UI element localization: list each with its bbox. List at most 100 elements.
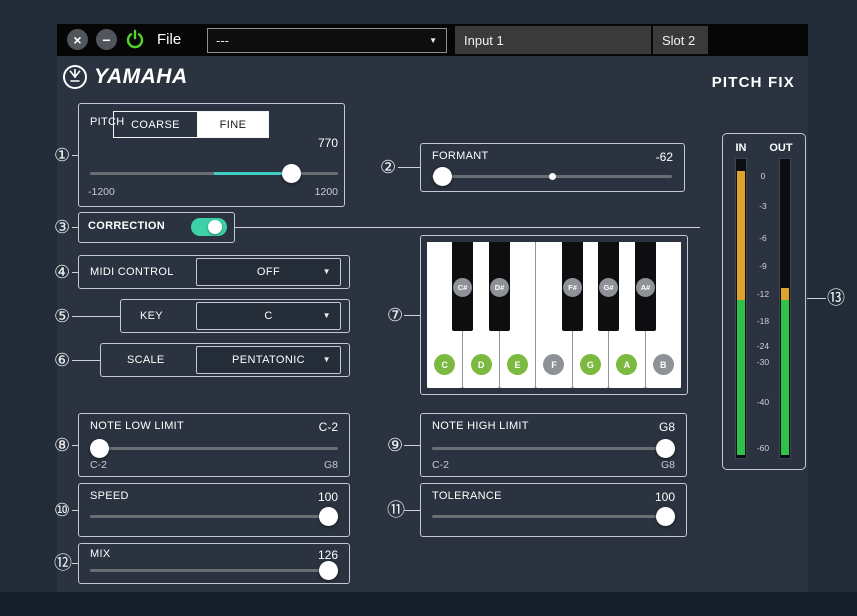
pitch-mode-switch: COARSE FINE <box>113 111 269 138</box>
pitch-coarse-button[interactable]: COARSE <box>114 112 198 137</box>
pitch-slider-fill <box>214 172 292 175</box>
annotation-2: ② <box>380 158 396 176</box>
scale-label: SCALE <box>127 354 165 366</box>
meter-out-fill-green <box>781 300 789 455</box>
mix-value: 126 <box>238 548 338 562</box>
key-dropdown[interactable]: C ▼ <box>196 302 341 330</box>
formant-label: FORMANT <box>432 150 488 162</box>
speed-value: 100 <box>238 490 338 504</box>
annotation-5: ⑤ <box>54 307 70 325</box>
annotation-8: ⑧ <box>54 436 70 454</box>
annotation-2-line <box>398 167 420 168</box>
annotation-6-line <box>72 360 100 361</box>
midi-control-label: MIDI CONTROL <box>90 266 174 278</box>
annotation-3: ③ <box>54 218 70 236</box>
correction-divider-line <box>235 227 700 228</box>
note-high-limit-slider-track <box>432 447 675 450</box>
key-label: KEY <box>140 310 163 322</box>
close-icon: × <box>73 33 81 47</box>
meter-in-bar <box>735 158 747 459</box>
note-low-limit-slider-knob[interactable] <box>90 439 109 458</box>
chevron-down-icon: ▼ <box>429 37 437 45</box>
note-indicator-b: B <box>653 354 674 375</box>
annotation-11-line <box>404 510 420 511</box>
note-indicator-g: G <box>580 354 601 375</box>
pitch-slider-knob[interactable] <box>282 164 301 183</box>
annotation-1: ① <box>54 146 70 164</box>
input-channel-field: Input 1 <box>455 26 651 54</box>
meter-in-fill-yellow <box>737 171 745 300</box>
annotation-11: ⑪ <box>387 501 405 519</box>
file-dropdown-value: --- <box>216 33 229 48</box>
mix-slider[interactable] <box>90 561 338 580</box>
meter-out-label: OUT <box>764 142 798 154</box>
bottom-strip <box>0 592 857 616</box>
mix-slider-knob[interactable] <box>319 561 338 580</box>
black-key-a-sharp[interactable]: A# <box>635 242 656 331</box>
tolerance-slider-track <box>432 515 675 518</box>
chevron-down-icon: ▼ <box>323 356 331 364</box>
page-title: PITCH FIX <box>640 74 795 91</box>
note-low-limit-min-label: C-2 <box>90 459 107 471</box>
note-high-limit-min-label: C-2 <box>432 459 449 471</box>
scale-dropdown[interactable]: PENTATONIC ▼ <box>196 346 341 374</box>
pitch-slider[interactable] <box>90 164 338 183</box>
annotation-12: ⑫ <box>54 554 72 572</box>
file-menu-label[interactable]: File <box>157 31 181 48</box>
meter-scale-12: -12 <box>748 289 778 299</box>
correction-label: CORRECTION <box>88 220 165 232</box>
black-key-d-sharp[interactable]: D# <box>489 242 510 331</box>
meter-scale-30: -30 <box>748 357 778 367</box>
tolerance-value: 100 <box>555 490 675 504</box>
keyboard-panel: C D E F G A B C# D# <box>420 235 688 395</box>
meter-scale-6: -6 <box>748 233 778 243</box>
note-indicator-c: C <box>434 354 455 375</box>
key-value: C <box>264 310 272 322</box>
note-low-limit-slider[interactable] <box>90 439 338 458</box>
formant-slider[interactable] <box>432 167 672 186</box>
meter-scale-18: -18 <box>748 316 778 326</box>
speed-slider-knob[interactable] <box>319 507 338 526</box>
correction-toggle[interactable] <box>191 218 227 236</box>
speed-slider[interactable] <box>90 507 338 526</box>
annotation-9-line <box>404 445 420 446</box>
power-icon <box>124 28 146 50</box>
pitch-fix-app: × − File --- ▼ Input 1 Slot 2 YAMAHA PIT… <box>0 0 857 616</box>
note-indicator-f: F <box>543 354 564 375</box>
close-button[interactable]: × <box>67 29 88 50</box>
black-key-g-sharp[interactable]: G# <box>598 242 619 331</box>
note-high-limit-label: NOTE HIGH LIMIT <box>432 420 529 432</box>
meter-scale-40: -40 <box>748 397 778 407</box>
meter-scale-3: -3 <box>748 201 778 211</box>
note-indicator-g-sharp: G# <box>599 278 618 297</box>
note-indicator-d: D <box>471 354 492 375</box>
pitch-fine-button[interactable]: FINE <box>198 112 268 137</box>
note-high-limit-slider[interactable] <box>432 439 675 458</box>
meter-scale-0: 0 <box>748 171 778 181</box>
slot-field: Slot 2 <box>653 26 708 54</box>
black-key-c-sharp[interactable]: C# <box>452 242 473 331</box>
tolerance-slider-knob[interactable] <box>656 507 675 526</box>
annotation-5-line <box>72 316 120 317</box>
black-key-f-sharp[interactable]: F# <box>562 242 583 331</box>
annotation-7: ⑦ <box>387 306 403 324</box>
minimize-button[interactable]: − <box>96 29 117 50</box>
yamaha-logo: YAMAHA <box>62 64 188 90</box>
note-low-limit-max-label: G8 <box>238 459 338 471</box>
midi-control-dropdown[interactable]: OFF ▼ <box>196 258 341 286</box>
note-indicator-a-sharp: A# <box>636 278 655 297</box>
pitch-max-label: 1200 <box>238 186 338 198</box>
tolerance-slider[interactable] <box>432 507 675 526</box>
meter-scale-60: -60 <box>748 443 778 453</box>
speed-slider-track <box>90 515 338 518</box>
power-button[interactable] <box>124 28 146 50</box>
mix-slider-track <box>90 569 338 572</box>
meter-out-fill-yellow <box>781 288 789 300</box>
meter-in-fill-green <box>737 300 745 455</box>
yamaha-logo-icon <box>62 64 88 90</box>
annotation-13: ⑬ <box>827 289 845 307</box>
formant-slider-knob[interactable] <box>433 167 452 186</box>
file-dropdown[interactable]: --- ▼ <box>207 28 447 53</box>
meter-in-label: IN <box>728 142 754 154</box>
note-high-limit-slider-knob[interactable] <box>656 439 675 458</box>
